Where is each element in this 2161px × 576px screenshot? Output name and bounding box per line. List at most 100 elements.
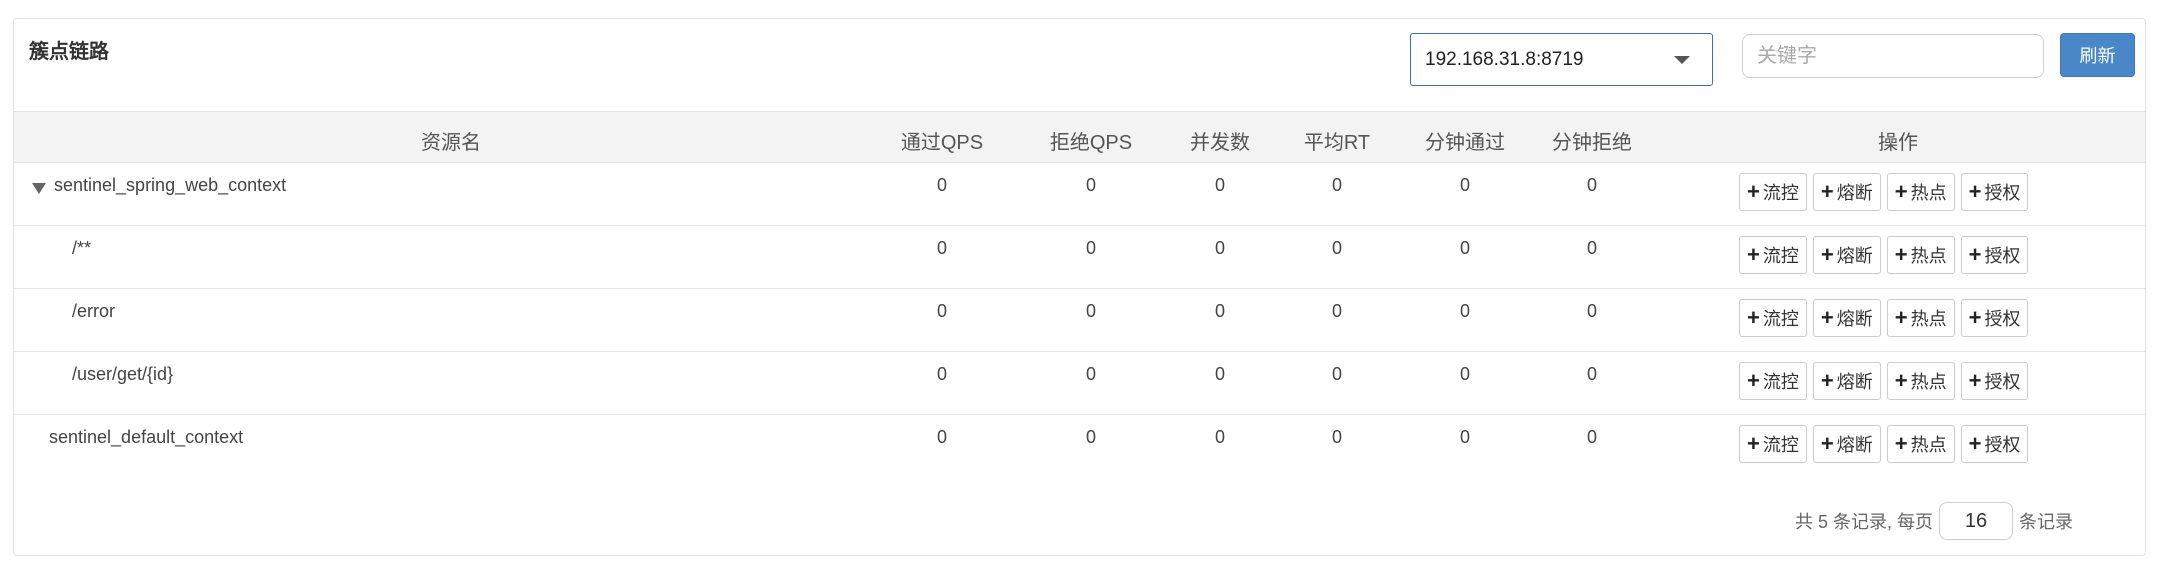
- hotspot-label: 热点: [1910, 246, 1947, 266]
- pass-qps-value: 0: [936, 301, 948, 321]
- add-hotspot-rule-button[interactable]: + 热点: [1886, 362, 1955, 400]
- row-actions: + 流控 + 熔断 + 热点 + 授权: [1739, 362, 2029, 400]
- concurrency-value: 0: [1214, 238, 1226, 258]
- plus-icon: +: [1968, 431, 1982, 456]
- add-degrade-rule-button[interactable]: + 熔断: [1812, 173, 1881, 211]
- table-header: 资源名 通过QPS 拒绝QPS 并发数 平均RT 分钟通过 分钟拒绝 操作: [14, 111, 2145, 163]
- pagination-total: 共 5 条记录, 每页: [1795, 512, 1934, 532]
- header-minute-pass: 分钟通过: [1425, 132, 1505, 154]
- table-row: sentinel_default_context 0 0 0 0 0 0 + 流控…: [14, 415, 2145, 478]
- plus-icon: +: [1747, 179, 1760, 204]
- table-row: /error 0 0 0 0 0 0 + 流控 + 熔断 + 热点 + 授权: [14, 289, 2145, 352]
- add-flow-rule-button[interactable]: + 流控: [1739, 173, 1807, 211]
- plus-icon: +: [1894, 242, 1908, 267]
- hotspot-label: 热点: [1910, 309, 1947, 329]
- pagination-suffix: 条记录: [2019, 512, 2074, 532]
- add-flow-rule-button[interactable]: + 流控: [1739, 236, 1807, 274]
- add-auth-rule-button[interactable]: + 授权: [1960, 173, 2029, 211]
- pass-qps-value: 0: [936, 175, 948, 195]
- add-degrade-rule-button[interactable]: + 熔断: [1812, 362, 1881, 400]
- pass-qps-value: 0: [936, 427, 948, 447]
- row-actions: + 流控 + 熔断 + 热点 + 授权: [1739, 425, 2029, 463]
- add-flow-rule-button[interactable]: + 流控: [1739, 299, 1807, 337]
- flow-label: 流控: [1762, 183, 1799, 203]
- machine-select-value: 192.168.31.8:8719: [1425, 48, 1584, 70]
- auth-label: 授权: [1984, 372, 2021, 392]
- add-flow-rule-button[interactable]: + 流控: [1739, 425, 1807, 463]
- avg-rt-value: 0: [1331, 427, 1343, 447]
- add-hotspot-rule-button[interactable]: + 热点: [1886, 299, 1955, 337]
- table-row: sentinel_spring_web_context 0 0 0 0 0 0 …: [14, 163, 2145, 226]
- add-hotspot-rule-button[interactable]: + 热点: [1886, 173, 1955, 211]
- minute-block-value: 0: [1586, 364, 1598, 384]
- degrade-label: 熔断: [1836, 372, 1873, 392]
- plus-icon: +: [1820, 179, 1834, 204]
- hotspot-label: 热点: [1910, 183, 1947, 203]
- degrade-label: 熔断: [1836, 183, 1873, 203]
- plus-icon: +: [1968, 242, 1982, 267]
- page-size-input[interactable]: [1939, 502, 2014, 540]
- minute-pass-value: 0: [1459, 175, 1471, 195]
- add-degrade-rule-button[interactable]: + 熔断: [1812, 236, 1881, 274]
- minute-pass-value: 0: [1459, 427, 1471, 447]
- add-auth-rule-button[interactable]: + 授权: [1960, 362, 2029, 400]
- collapse-triangle-icon[interactable]: [32, 183, 46, 194]
- hotspot-label: 热点: [1910, 372, 1947, 392]
- machine-select[interactable]: 192.168.31.8:8719: [1410, 33, 1713, 86]
- add-auth-rule-button[interactable]: + 授权: [1960, 299, 2029, 337]
- plus-icon: +: [1894, 179, 1908, 204]
- keyword-search-input[interactable]: [1742, 34, 2044, 78]
- plus-icon: +: [1747, 305, 1760, 330]
- cluster-chain-panel: 簇点链路 192.168.31.8:8719 刷新 资源名 通过QPS 拒绝QP…: [13, 18, 2146, 556]
- add-flow-rule-button[interactable]: + 流控: [1739, 362, 1807, 400]
- add-degrade-rule-button[interactable]: + 熔断: [1812, 299, 1881, 337]
- plus-icon: +: [1894, 368, 1908, 393]
- add-hotspot-rule-button[interactable]: + 热点: [1886, 425, 1955, 463]
- block-qps-value: 0: [1085, 175, 1097, 195]
- row-actions: + 流控 + 熔断 + 热点 + 授权: [1739, 236, 2029, 274]
- minute-pass-value: 0: [1459, 364, 1471, 384]
- avg-rt-value: 0: [1331, 175, 1343, 195]
- plus-icon: +: [1820, 431, 1834, 456]
- add-auth-rule-button[interactable]: + 授权: [1960, 236, 2029, 274]
- block-qps-value: 0: [1085, 238, 1097, 258]
- block-qps-value: 0: [1085, 427, 1097, 447]
- resource-name: sentinel_default_context: [49, 427, 244, 447]
- header-minute-block: 分钟拒绝: [1552, 132, 1632, 154]
- row-actions: + 流控 + 熔断 + 热点 + 授权: [1739, 299, 2029, 337]
- plus-icon: +: [1968, 368, 1982, 393]
- add-degrade-rule-button[interactable]: + 熔断: [1812, 425, 1881, 463]
- table-row: /user/get/{id} 0 0 0 0 0 0 + 流控 + 熔断 + 热点 +…: [14, 352, 2145, 415]
- panel-title: 簇点链路: [29, 41, 109, 63]
- concurrency-value: 0: [1214, 175, 1226, 195]
- minute-block-value: 0: [1586, 427, 1598, 447]
- concurrency-value: 0: [1214, 364, 1226, 384]
- concurrency-value: 0: [1214, 301, 1226, 321]
- avg-rt-value: 0: [1331, 364, 1343, 384]
- flow-label: 流控: [1762, 372, 1799, 392]
- resource-name: /**: [72, 238, 92, 258]
- auth-label: 授权: [1984, 309, 2021, 329]
- degrade-label: 熔断: [1836, 309, 1873, 329]
- degrade-label: 熔断: [1836, 246, 1873, 266]
- degrade-label: 熔断: [1836, 435, 1873, 455]
- plus-icon: +: [1747, 431, 1760, 456]
- resource-name: /error: [72, 301, 116, 321]
- plus-icon: +: [1894, 431, 1908, 456]
- add-hotspot-rule-button[interactable]: + 热点: [1886, 236, 1955, 274]
- avg-rt-value: 0: [1331, 238, 1343, 258]
- header-actions: 操作: [1878, 132, 1918, 154]
- plus-icon: +: [1820, 368, 1834, 393]
- plus-icon: +: [1894, 305, 1908, 330]
- table-row: /** 0 0 0 0 0 0 + 流控 + 熔断 + 热点 + 授权: [14, 226, 2145, 289]
- refresh-button[interactable]: 刷新: [2060, 33, 2135, 77]
- plus-icon: +: [1968, 179, 1982, 204]
- flow-label: 流控: [1762, 435, 1799, 455]
- resource-name: sentinel_spring_web_context: [54, 175, 287, 195]
- plus-icon: +: [1820, 305, 1834, 330]
- flow-label: 流控: [1762, 309, 1799, 329]
- plus-icon: +: [1747, 368, 1760, 393]
- auth-label: 授权: [1984, 183, 2021, 203]
- add-auth-rule-button[interactable]: + 授权: [1960, 425, 2029, 463]
- avg-rt-value: 0: [1331, 301, 1343, 321]
